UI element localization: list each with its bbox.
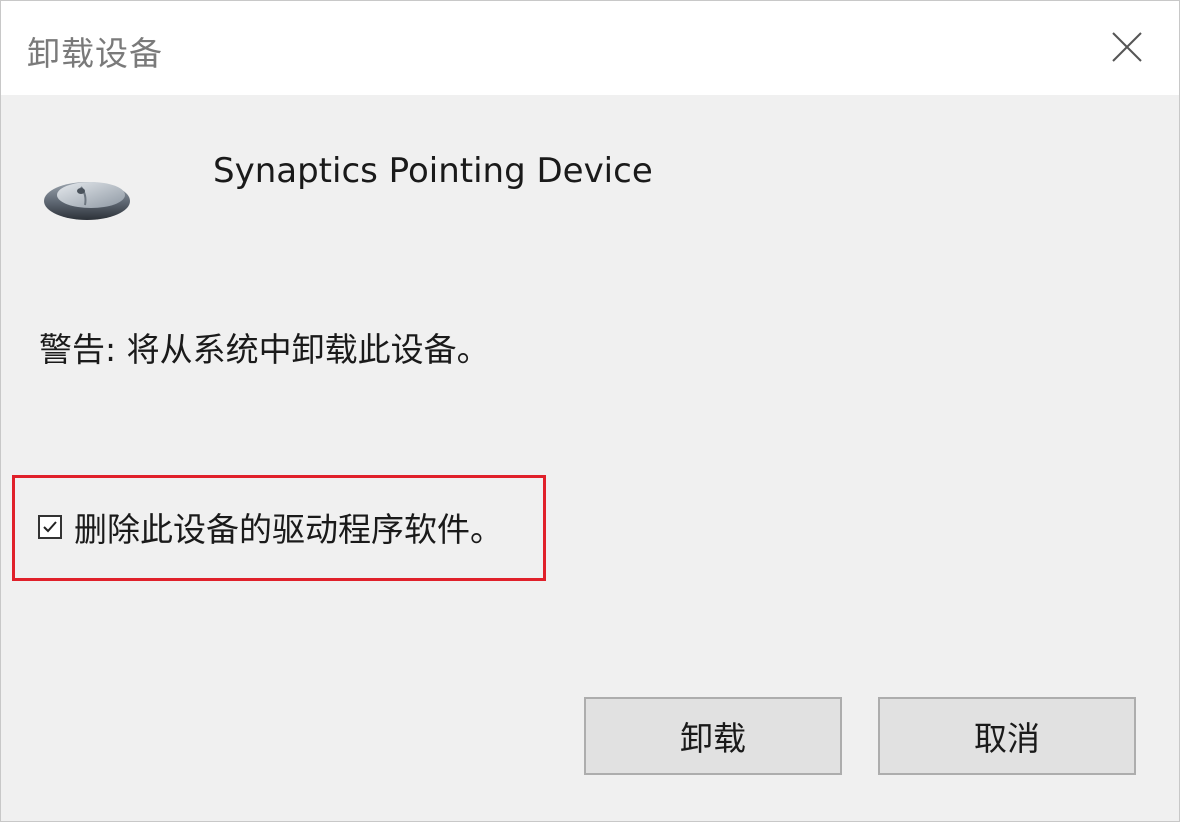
title-bar: 卸载设备 (1, 1, 1179, 95)
delete-driver-label: 删除此设备的驱动程序软件。 (74, 510, 503, 549)
cancel-button[interactable]: 取消 (878, 697, 1136, 775)
delete-driver-option[interactable]: 删除此设备的驱动程序软件。 (38, 507, 503, 549)
dialog-content: Synaptics Pointing Device 警告: 将从系统中卸载此设备… (1, 95, 1179, 821)
uninstall-device-dialog: 卸载设备 Synaptics Pointing Device 警告: 将从系统中… (0, 0, 1180, 822)
mouse-icon (41, 171, 133, 223)
close-button[interactable] (1109, 29, 1145, 65)
device-name: Synaptics Pointing Device (213, 151, 653, 191)
close-icon (1112, 32, 1142, 62)
delete-driver-checkbox[interactable] (38, 515, 62, 539)
checkmark-icon (43, 521, 57, 533)
warning-message: 警告: 将从系统中卸载此设备。 (39, 330, 490, 369)
uninstall-button[interactable]: 卸载 (584, 697, 842, 775)
dialog-title: 卸载设备 (27, 34, 163, 73)
